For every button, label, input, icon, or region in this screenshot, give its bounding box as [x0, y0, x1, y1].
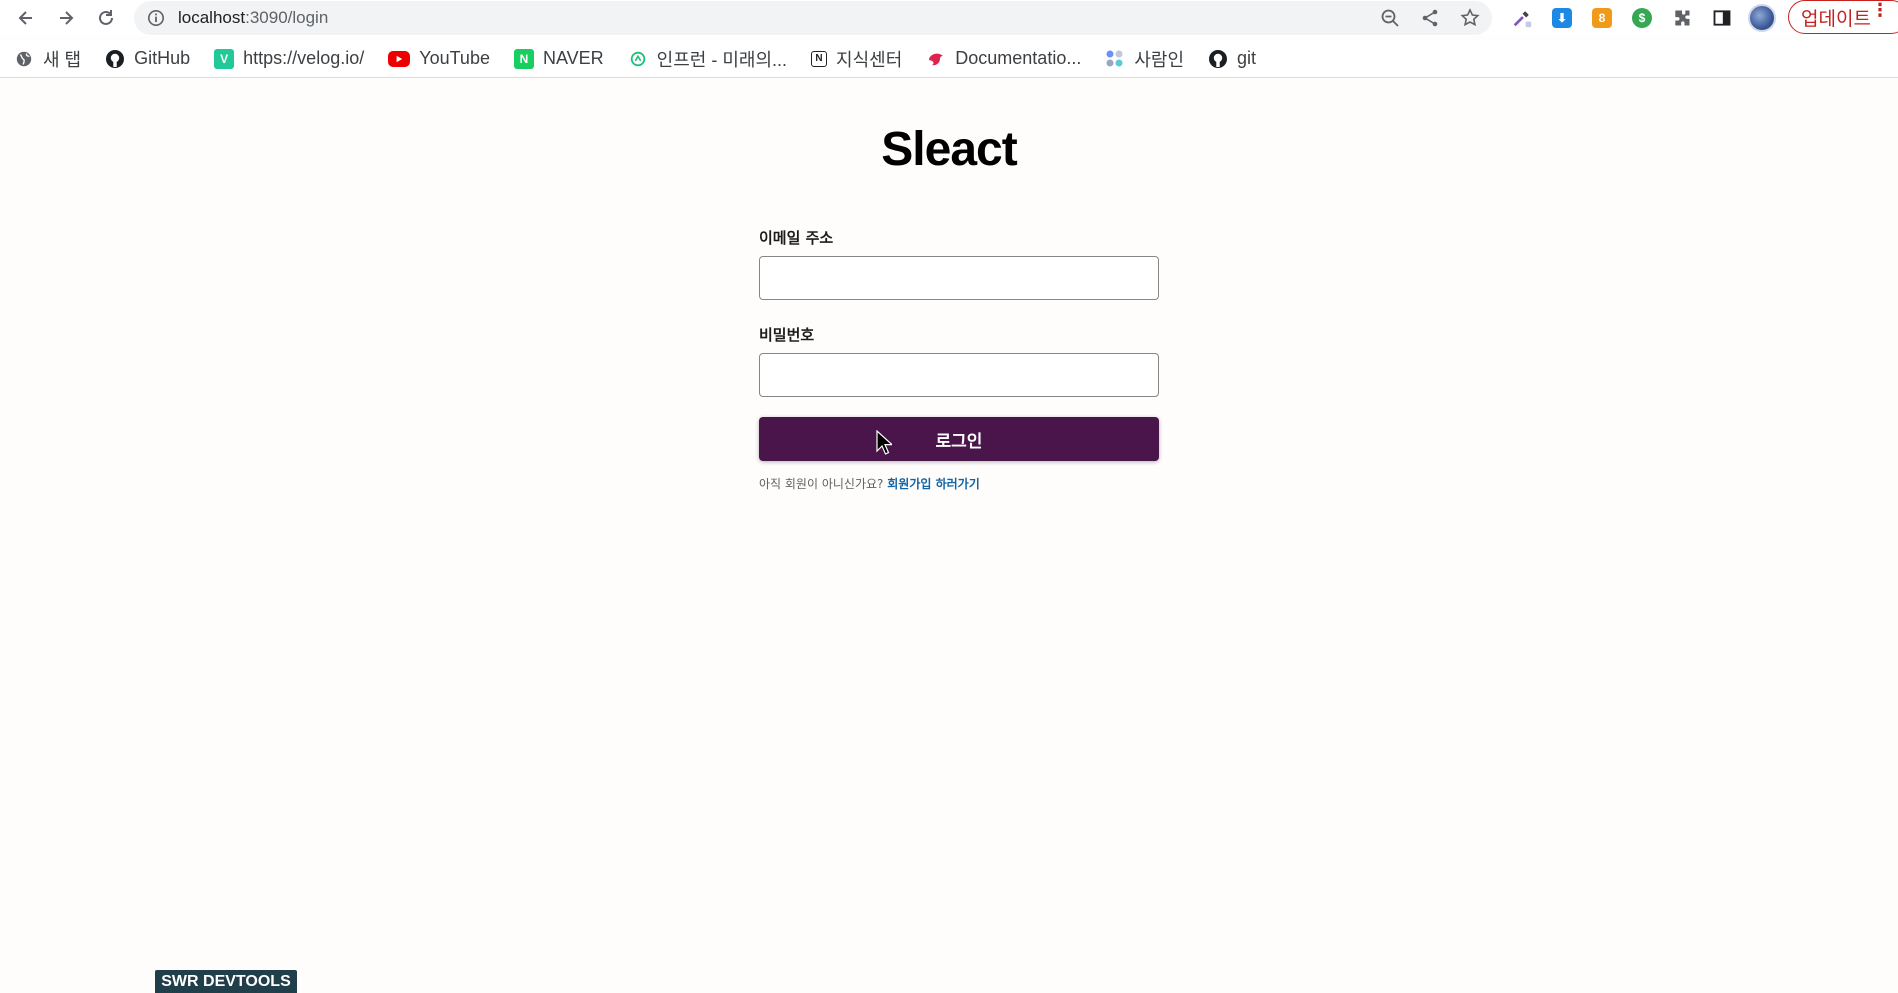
notion-icon: N — [811, 50, 828, 67]
reload-button[interactable] — [86, 0, 126, 36]
bookmark-velog[interactable]: V https://velog.io/ — [204, 44, 374, 74]
download-extension-icon[interactable]: ⬇ — [1548, 4, 1576, 32]
number-badge-extension-icon[interactable]: 8 — [1588, 4, 1616, 32]
arrow-right-icon — [60, 11, 74, 25]
bookmark-git[interactable]: git — [1198, 44, 1266, 74]
email-field[interactable] — [759, 256, 1159, 300]
youtube-icon — [388, 50, 411, 67]
mouse-cursor-icon — [876, 430, 892, 455]
inflearn-icon — [628, 49, 648, 69]
signup-prompt: 아직 회원이 아니신가요? 회원가입 하러가기 — [759, 477, 980, 491]
login-button[interactable]: 로그인 — [759, 417, 1159, 461]
bookmark-documentation[interactable]: Documentatio... — [916, 44, 1091, 74]
update-button[interactable]: 업데이트 ⋮ — [1788, 0, 1898, 34]
login-page: Sleact 이메일 주소 비밀번호 로그인 아직 회원이 아니신가요? 회원가… — [0, 82, 1898, 993]
forward-button[interactable] — [46, 0, 86, 36]
extensions-area: ⬇ 8 $ — [1508, 2, 1776, 34]
more-menu-icon[interactable]: ⋮ — [1871, 2, 1889, 20]
bookmarks-bar: 새 탭 GitHub V https://velog.io/ YouTube N… — [0, 40, 1898, 78]
share-icon[interactable] — [1418, 6, 1442, 30]
url-text: localhost:3090/login — [178, 8, 329, 27]
bookmark-github[interactable]: GitHub — [95, 44, 200, 74]
swr-devtools-button[interactable]: SWR DEVTOOLS — [155, 970, 297, 993]
email-label: 이메일 주소 — [759, 229, 834, 247]
saramin-icon — [1105, 49, 1125, 69]
info-icon[interactable] — [146, 8, 166, 28]
naver-icon: N — [513, 48, 534, 69]
github-icon — [1208, 49, 1228, 69]
bookmark-naver[interactable]: N NAVER — [504, 44, 614, 74]
password-field[interactable] — [759, 353, 1159, 397]
brand-title: Sleact — [881, 123, 1017, 176]
globe-icon — [14, 49, 34, 69]
zoom-icon[interactable] — [1378, 6, 1402, 30]
eyedropper-extension-icon[interactable] — [1508, 4, 1536, 32]
bookmark-youtube[interactable]: YouTube — [378, 44, 500, 74]
bookmark-inflearn[interactable]: 인프런 - 미래의... — [618, 44, 797, 74]
bookmark-star-icon[interactable] — [1458, 6, 1482, 30]
bookmark-knowledge-center[interactable]: N 지식센터 — [801, 44, 912, 74]
dollar-extension-icon[interactable]: $ — [1628, 4, 1656, 32]
back-button[interactable] — [6, 0, 46, 36]
signup-link[interactable]: 회원가입 하러가기 — [887, 477, 980, 491]
profile-avatar[interactable] — [1748, 4, 1776, 32]
velog-icon: V — [214, 48, 235, 69]
arrow-left-icon — [18, 11, 32, 25]
login-form: 이메일 주소 비밀번호 로그인 아직 회원이 아니신가요? 회원가입 하러가기 — [759, 227, 1159, 492]
browser-toolbar: localhost:3090/login ⬇ 8 $ 업데이트 ⋮ — [0, 0, 1898, 36]
bookmark-new-tab[interactable]: 새 탭 — [4, 44, 91, 74]
puzzle-extensions-icon[interactable] — [1668, 4, 1696, 32]
github-icon — [105, 49, 125, 69]
side-panel-icon[interactable] — [1708, 4, 1736, 32]
bookmark-saramin[interactable]: 사람인 — [1095, 44, 1194, 74]
address-bar[interactable]: localhost:3090/login — [134, 1, 1492, 35]
password-label: 비밀번호 — [759, 326, 815, 344]
reload-icon — [99, 10, 113, 25]
nestjs-icon — [926, 49, 946, 69]
